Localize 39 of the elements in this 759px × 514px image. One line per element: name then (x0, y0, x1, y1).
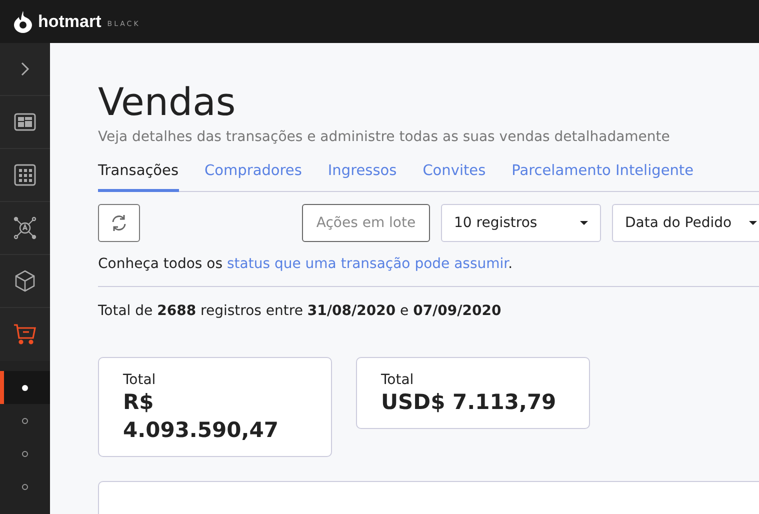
cube-icon (14, 270, 36, 292)
total-label: Total (123, 372, 157, 388)
tab[interactable]: Convites (422, 159, 486, 192)
bullet-icon (22, 418, 28, 424)
page-title: Vendas (98, 79, 237, 125)
total-value: R$ 4.093.590,47 (123, 389, 280, 444)
status-link[interactable]: status que uma transação pode assumir (227, 256, 508, 272)
sidebar-item[interactable] (0, 308, 50, 361)
cart-icon (13, 323, 37, 345)
caret-icon (580, 221, 588, 225)
tab[interactable]: Compradores (204, 159, 302, 192)
chevron-right-icon (20, 61, 30, 77)
info-text: Conheça todos os status que uma transação pode assumir. (98, 256, 759, 287)
dashboard-icon (14, 113, 36, 131)
bullet-icon (22, 384, 28, 390)
sidebar-item[interactable] (0, 202, 50, 255)
tab[interactable]: Ingressos (328, 159, 397, 192)
brand-name: hotmart (38, 12, 102, 32)
summary-text: Total de 2688 registros entre 31/08/2020 e 07/09/2020 (98, 303, 502, 319)
total-label: Total (381, 372, 415, 388)
sidebar-item[interactable] (0, 255, 50, 308)
sidebar-item[interactable] (0, 96, 50, 149)
tab[interactable]: Parcelamento Inteligente (512, 159, 694, 192)
bulk-actions-button[interactable]: Ações em lote (302, 204, 430, 242)
refresh-icon (110, 214, 128, 232)
page-size-select[interactable]: 10 registros (441, 204, 601, 242)
tab[interactable]: Transações (98, 159, 179, 192)
page-subtitle: Veja detalhes das transações e administre todas as suas vendas detalhadamente (98, 129, 671, 145)
sidebar-subitem[interactable] (0, 371, 50, 404)
caret-icon (749, 221, 757, 225)
bullet-icon (22, 484, 28, 490)
refresh-button[interactable] (98, 204, 140, 242)
total-value: USD$ 7.113,79 (381, 389, 558, 416)
flame-logo-icon (14, 10, 32, 32)
sort-select[interactable]: Data do Pedido (612, 204, 759, 242)
sidebar-item[interactable] (0, 149, 50, 202)
grid-icon (14, 164, 36, 186)
bullet-icon (22, 450, 28, 456)
network-icon (13, 216, 37, 240)
